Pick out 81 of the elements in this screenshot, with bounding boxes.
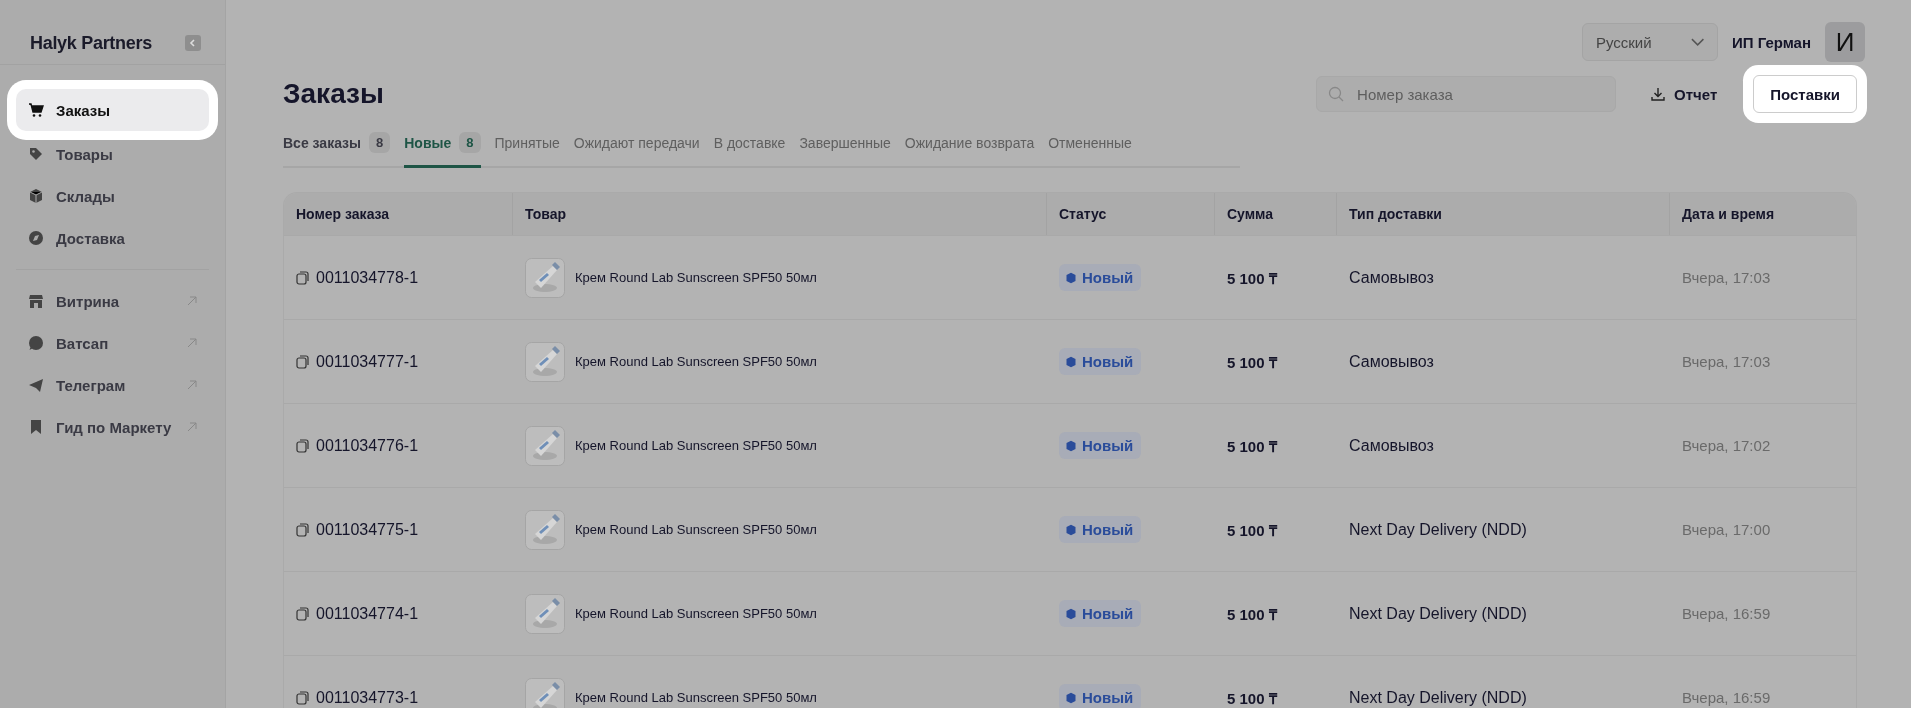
nav-item[interactable]: Гид по Маркету bbox=[16, 406, 209, 448]
order-number: 0011034777-1 bbox=[316, 352, 419, 371]
language-select[interactable]: Русский bbox=[1581, 23, 1718, 61]
table-cell-text: 5 100 ₸ bbox=[1227, 604, 1277, 624]
order-number: 0011034776-1 bbox=[316, 436, 419, 455]
status-badge: Новый bbox=[1059, 600, 1142, 627]
table-cell: Next Day Delivery (NDD) bbox=[1349, 688, 1527, 707]
table-cell: Вчера, 17:03 bbox=[1682, 353, 1771, 370]
search-field[interactable]: Номер заказа bbox=[1316, 76, 1617, 112]
user-name: ИП Герман bbox=[1731, 33, 1811, 51]
copy-icon[interactable] bbox=[296, 690, 310, 705]
table-cell: Next Day Delivery (NDD) bbox=[1349, 604, 1527, 623]
status-badge: Новый bbox=[1059, 432, 1142, 459]
status-badge: Новый bbox=[1059, 264, 1142, 291]
report-button[interactable]: Отчет bbox=[1644, 84, 1724, 104]
nav-item[interactable]: Доставка bbox=[16, 217, 209, 259]
product-name: Крем Round Lab Sunscreen SPF50 50мл bbox=[575, 270, 817, 285]
copy-icon[interactable] bbox=[296, 438, 310, 453]
table-cell: Next Day Delivery (NDD) bbox=[1349, 520, 1527, 539]
order-number: 0011034774-1 bbox=[316, 604, 419, 623]
chat-bubble-icon bbox=[28, 335, 44, 351]
table-cell: Вчера, 16:59 bbox=[1682, 689, 1771, 706]
order-number: 0011034775-1 bbox=[316, 520, 419, 539]
status-badge: Новый bbox=[1059, 684, 1142, 708]
tab[interactable]: Все заказы 8 bbox=[283, 132, 391, 168]
bookmark-icon bbox=[28, 419, 44, 435]
table-cell: Вчера, 17:02 bbox=[1682, 437, 1771, 454]
tab[interactable]: Новые 8 bbox=[404, 132, 481, 168]
external-link-icon bbox=[187, 338, 197, 348]
nav-item[interactable]: Товары bbox=[16, 133, 209, 175]
chevron-down-icon bbox=[1689, 37, 1705, 47]
table-cell: Самовывоз bbox=[1349, 436, 1434, 455]
table-cell: Вчера, 17:03 bbox=[1682, 269, 1771, 286]
nav-item[interactable]: Витрина bbox=[16, 280, 209, 322]
product-name: Крем Round Lab Sunscreen SPF50 50мл bbox=[575, 690, 817, 705]
table-cell: Вчера, 16:59 bbox=[1682, 605, 1771, 622]
page-title: Заказы bbox=[283, 78, 385, 110]
table-cell-text: 5 100 ₸ bbox=[1227, 352, 1277, 372]
copy-icon[interactable] bbox=[296, 270, 310, 285]
table-cell-text: 5 100 ₸ bbox=[1227, 520, 1277, 540]
count-badge: 8 bbox=[459, 132, 481, 153]
table-cell-text: 5 100 ₸ bbox=[1227, 268, 1277, 288]
nav-item[interactable]: Ватсап bbox=[16, 322, 209, 364]
count-badge: 8 bbox=[369, 132, 391, 153]
search-icon bbox=[1328, 86, 1345, 102]
compass-icon bbox=[28, 230, 44, 246]
product-name: Крем Round Lab Sunscreen SPF50 50мл bbox=[575, 438, 817, 453]
copy-icon[interactable] bbox=[296, 354, 310, 369]
nav-item[interactable]: Телеграм bbox=[16, 364, 209, 406]
avatar[interactable]: И bbox=[1825, 22, 1865, 62]
product-name: Крем Round Lab Sunscreen SPF50 50мл bbox=[575, 522, 817, 537]
column-header: Тип доставки bbox=[1337, 193, 1670, 235]
status-badge: Новый bbox=[1059, 516, 1142, 543]
column-header: Дата и время bbox=[1681, 205, 1776, 224]
table-cell: Вчера, 17:00 bbox=[1682, 521, 1771, 538]
nav-item[interactable]: Склады bbox=[16, 175, 209, 217]
column-header: Статус bbox=[1047, 193, 1215, 235]
table-cell-text: 5 100 ₸ bbox=[1227, 436, 1277, 456]
logo-text: Halyk Partners bbox=[30, 32, 152, 54]
status-badge: Новый bbox=[1059, 348, 1142, 375]
product-name: Крем Round Lab Sunscreen SPF50 50мл bbox=[575, 354, 817, 369]
column-header: Номер заказа bbox=[284, 193, 513, 235]
tag-icon bbox=[28, 146, 44, 162]
chevron-left-icon bbox=[189, 39, 197, 47]
download-icon bbox=[1650, 86, 1667, 102]
cart-icon bbox=[28, 102, 44, 118]
column-header: Товар bbox=[513, 193, 1047, 235]
order-number: 0011034778-1 bbox=[316, 268, 419, 287]
copy-icon[interactable] bbox=[296, 522, 310, 537]
external-link-icon bbox=[187, 422, 197, 432]
paper-plane-icon bbox=[28, 377, 44, 393]
order-number: 0011034773-1 bbox=[316, 688, 419, 707]
column-header: Сумма bbox=[1215, 193, 1337, 235]
table-cell: Самовывоз bbox=[1349, 352, 1434, 371]
copy-icon[interactable] bbox=[296, 606, 310, 621]
external-link-icon bbox=[187, 296, 197, 306]
external-link-icon bbox=[187, 380, 197, 390]
table-cell-text: 5 100 ₸ bbox=[1227, 688, 1277, 708]
table-cell: Самовывоз bbox=[1349, 268, 1434, 287]
product-name: Крем Round Lab Sunscreen SPF50 50мл bbox=[575, 606, 817, 621]
storefront-icon bbox=[28, 293, 44, 309]
